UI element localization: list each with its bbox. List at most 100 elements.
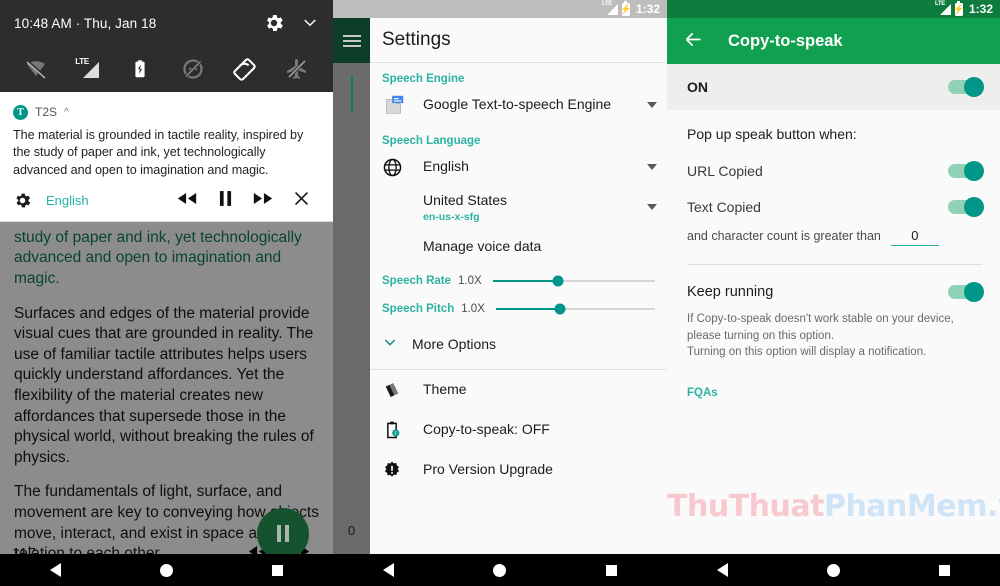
airplane-mode-off-icon[interactable] [283, 56, 311, 82]
language-value: English [423, 158, 469, 174]
speech-rate-slider[interactable] [492, 275, 655, 287]
android-navbar [0, 554, 333, 586]
toggle-knob [964, 77, 984, 97]
wifi-off-icon[interactable] [22, 56, 50, 82]
quick-settings-panel: 10:48 AM · Thu, Jan 18 LTE [0, 0, 333, 92]
shade-clock-date: Thu, Jan 18 [83, 15, 157, 31]
nav-recents-button[interactable] [606, 564, 618, 576]
toggle-knob [964, 197, 984, 217]
speech-engine-section: Speech Engine Google Text-to-speech Engi… [370, 63, 667, 125]
url-copied-label: URL Copied [687, 163, 763, 179]
settings-left-strip: 0 [333, 18, 370, 554]
auto-rotate-icon[interactable] [231, 56, 259, 82]
nav-back-button[interactable] [382, 563, 394, 577]
close-icon[interactable] [282, 190, 320, 212]
nav-home-button[interactable] [159, 563, 173, 577]
notification-language-button[interactable]: English [46, 193, 168, 208]
lte-signal-icon[interactable]: LTE [74, 56, 102, 82]
divider [687, 264, 982, 265]
more-options-row[interactable]: More Options [370, 323, 667, 365]
pause-icon [277, 525, 289, 543]
chevron-down-icon[interactable] [647, 164, 657, 170]
speech-pitch-row[interactable]: Speech Pitch 1.0X [370, 295, 667, 323]
url-copied-switch[interactable] [948, 161, 984, 181]
chevron-down-icon[interactable] [647, 102, 657, 108]
floating-pause-button[interactable] [257, 507, 309, 560]
copy-to-speak-body: Pop up speak button when: URL Copied Tex… [667, 110, 1000, 399]
pro-upgrade-label-wrap: Pro Version Upgrade [412, 461, 657, 479]
char-count-label: and character count is greater than [687, 229, 881, 243]
speech-pitch-value: 1.0X [461, 303, 485, 315]
pro-badge-icon [382, 460, 412, 480]
notification-app-name: T2S [35, 105, 58, 119]
country-value: United States [423, 191, 508, 208]
clipboard-icon: T [382, 420, 412, 440]
nav-back-button[interactable] [49, 563, 61, 577]
url-copied-row[interactable]: URL Copied [687, 156, 984, 186]
faq-link[interactable]: FQAs [687, 387, 982, 399]
shade-clock-separator: · [75, 15, 81, 31]
android-navbar [333, 554, 667, 586]
chevron-down-icon[interactable] [647, 204, 657, 210]
chevron-down-icon [382, 334, 412, 354]
notification-settings-gear-icon[interactable] [13, 191, 32, 210]
pause-button[interactable] [206, 190, 244, 211]
rewind-button[interactable] [168, 192, 206, 210]
lte-signal-icon: LTE [602, 1, 618, 15]
menu-item-copy-to-speak[interactable]: T Copy-to-speak: OFF [370, 410, 667, 450]
text-copied-label: Text Copied [687, 199, 761, 215]
text-copied-row[interactable]: Text Copied [687, 192, 984, 222]
speech-rate-row[interactable]: Speech Rate 1.0X [370, 267, 667, 295]
quick-settings-icons: LTE [0, 46, 333, 92]
nav-recents-button[interactable] [939, 564, 951, 576]
country-row[interactable]: United States en-us-x-sfg [370, 187, 667, 227]
gear-icon[interactable] [263, 12, 285, 34]
master-toggle-switch[interactable] [948, 77, 984, 97]
speech-pitch-label: Speech Pitch [382, 303, 455, 315]
t2s-notification[interactable]: T T2S ^ The material is grounded in tact… [0, 92, 333, 222]
speech-pitch-thumb[interactable] [554, 303, 566, 315]
pro-upgrade-label: Pro Version Upgrade [423, 461, 553, 477]
speech-language-label: Speech Language [382, 135, 481, 147]
chevron-down-icon[interactable] [301, 14, 319, 32]
speech-engine-row[interactable]: Google Text-to-speech Engine [370, 85, 667, 125]
manage-voice-data-row[interactable]: Manage voice data [370, 227, 667, 267]
text-copied-switch[interactable] [948, 197, 984, 217]
battery-saver-icon[interactable] [126, 56, 154, 82]
forward-button[interactable] [244, 192, 282, 210]
shade-header-row: 10:48 AM · Thu, Jan 18 [0, 0, 333, 46]
speech-pitch-slider[interactable] [495, 303, 655, 315]
do-not-disturb-off-icon[interactable] [179, 56, 207, 82]
chevron-up-icon[interactable]: ^ [64, 107, 69, 118]
keep-running-row[interactable]: Keep running [687, 279, 984, 305]
keep-running-description: If Copy-to-speak doesn't work stable on … [687, 313, 954, 359]
battery-icon: ⚡ [953, 0, 965, 16]
language-row[interactable]: English [370, 147, 667, 187]
manage-voice-wrap: Manage voice data [412, 238, 657, 256]
nav-home-button[interactable] [493, 563, 507, 577]
reader-content[interactable]: study of paper and ink, yet technologica… [0, 221, 333, 586]
country-value-wrap: United States en-us-x-sfg [412, 192, 647, 223]
speech-rate-thumb[interactable] [552, 275, 564, 287]
char-count-input[interactable]: 0 [890, 228, 939, 246]
reader-paragraph-2: Surfaces and edges of the material provi… [14, 304, 314, 466]
keep-running-switch[interactable] [948, 282, 984, 302]
master-toggle-row[interactable]: ON [667, 64, 1000, 110]
master-toggle-label: ON [687, 79, 708, 95]
nav-home-button[interactable] [826, 563, 840, 577]
speech-rate-value: 1.0X [458, 275, 482, 287]
nav-recents-button[interactable] [272, 564, 284, 576]
settings-appbar: Settings [370, 18, 667, 63]
arrow-left-icon[interactable] [683, 29, 704, 54]
watermark-part-1: ThuThuat [667, 489, 824, 524]
theme-label: Theme [423, 381, 467, 397]
more-options-label: More Options [412, 336, 497, 352]
site-watermark: ThuThuatPhanMem.vn [667, 489, 1000, 524]
speech-engine-value-wrap: Google Text-to-speech Engine [412, 96, 647, 114]
speech-language-section: Speech Language English United States en… [370, 125, 667, 267]
nav-back-button[interactable] [716, 563, 728, 577]
hamburger-menu-icon[interactable] [342, 34, 361, 47]
theme-label-wrap: Theme [412, 381, 657, 399]
menu-item-theme[interactable]: Theme [370, 370, 667, 410]
menu-item-pro-upgrade[interactable]: Pro Version Upgrade [370, 450, 667, 490]
